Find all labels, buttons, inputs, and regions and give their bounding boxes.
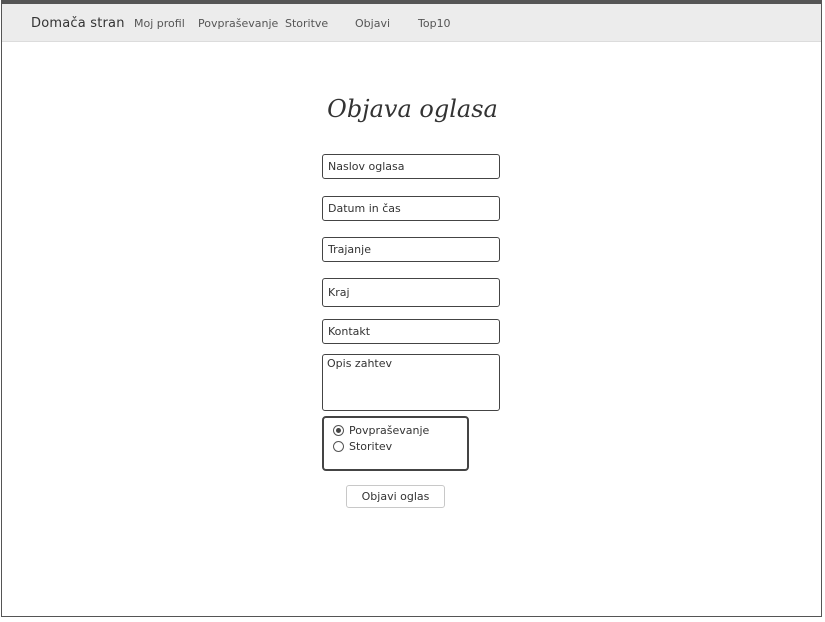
trajanje-input[interactable]: [322, 237, 500, 262]
ad-type-radio-group: Povpraševanje Storitev: [322, 416, 469, 471]
nav-link-povprasevanje[interactable]: Povpraševanje: [198, 17, 278, 30]
kraj-input[interactable]: [322, 278, 500, 307]
nav-link-top10[interactable]: Top10: [418, 17, 451, 30]
opis-zahtev-textarea[interactable]: [322, 354, 500, 411]
radio-option-storitev[interactable]: Storitev: [333, 440, 392, 453]
radio-label: Povpraševanje: [349, 424, 430, 437]
kontakt-input[interactable]: [322, 319, 500, 344]
page-title: Objava oglasa: [327, 95, 498, 123]
radio-unchecked-icon[interactable]: [333, 441, 344, 452]
objavi-oglas-button[interactable]: Objavi oglas: [346, 485, 445, 508]
radio-label: Storitev: [349, 440, 393, 453]
navbar: Domača stran Moj profil Povpraševanje St…: [2, 4, 821, 42]
datum-in-cas-input[interactable]: [322, 196, 500, 221]
nav-brand-home[interactable]: Domača stran: [31, 16, 125, 31]
nav-link-storitve[interactable]: Storitve: [285, 17, 328, 30]
nav-link-objavi[interactable]: Objavi: [355, 17, 390, 30]
nav-link-moj-profil[interactable]: Moj profil: [134, 17, 185, 30]
naslov-oglasa-input[interactable]: [322, 154, 500, 179]
radio-option-povprasevanje[interactable]: Povpraševanje: [333, 424, 429, 437]
window-frame: [1, 0, 822, 617]
radio-checked-icon[interactable]: [333, 425, 344, 436]
